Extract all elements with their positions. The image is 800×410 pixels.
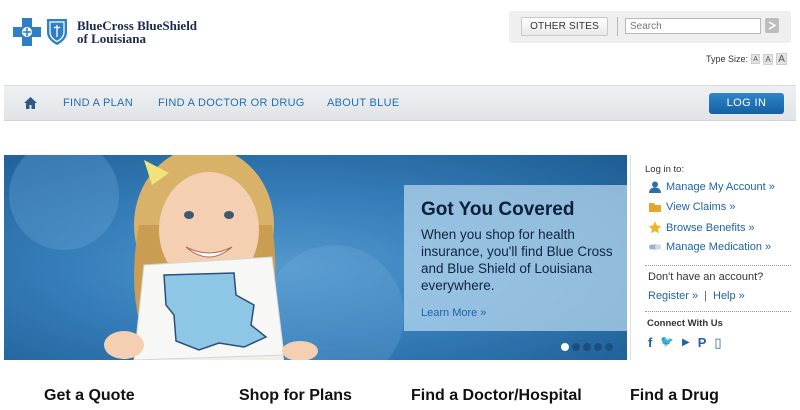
feature-cards: Get a Quote Shop for Plans Find a Doctor… xyxy=(4,378,796,410)
pill-icon xyxy=(649,244,661,250)
other-sites-button[interactable]: OTHER SITES xyxy=(521,17,608,36)
learn-more-link[interactable]: Learn More » xyxy=(421,307,486,319)
register-link[interactable]: Register » xyxy=(648,290,698,302)
nav-find-a-plan[interactable]: FIND A PLAN xyxy=(63,97,133,109)
manage-my-account-label: Manage My Account » xyxy=(666,181,775,193)
search-go-icon xyxy=(768,21,777,30)
blue-shield-icon xyxy=(47,19,67,45)
main-nav: FIND A PLAN FIND A DOCTOR OR DRUG ABOUT … xyxy=(4,85,796,121)
help-link[interactable]: Help » xyxy=(713,290,745,302)
type-size-control: Type Size: A A A xyxy=(706,53,788,65)
brand-name: BlueCross BlueShield of Louisiana xyxy=(77,19,197,45)
nav-find-a-doctor-or-drug[interactable]: FIND A DOCTOR OR DRUG xyxy=(158,97,305,109)
shop-for-plans-card[interactable]: Shop for Plans xyxy=(239,387,352,405)
hero-callout: Got You Covered When you shop for health… xyxy=(404,185,627,331)
get-a-quote-card[interactable]: Get a Quote xyxy=(44,387,135,405)
nav-about-blue[interactable]: ABOUT BLUE xyxy=(327,97,400,109)
browse-benefits-label: Browse Benefits » xyxy=(666,221,755,234)
view-claims-link[interactable]: View Claims » xyxy=(648,201,736,213)
connect-with-us-label: Connect With Us xyxy=(647,318,723,329)
hero-body: When you shop for health insurance, you'… xyxy=(421,227,613,293)
type-size-medium[interactable]: A xyxy=(763,53,774,65)
blue-cross-icon xyxy=(13,18,41,46)
social-links: f 🐦 ▶ P ▯ xyxy=(648,336,722,349)
brand-name-line2: of Louisiana xyxy=(77,31,146,46)
manage-my-account-link[interactable]: Manage My Account » xyxy=(648,181,775,193)
find-a-drug-card[interactable]: Find a Drug xyxy=(630,387,719,405)
login-button[interactable]: LOG IN xyxy=(709,93,784,114)
hero-title: Got You Covered xyxy=(421,199,575,220)
carousel-dot-5[interactable] xyxy=(605,343,613,351)
person-icon xyxy=(649,181,661,193)
type-size-small[interactable]: A xyxy=(751,54,761,64)
panel-divider xyxy=(645,265,791,266)
find-a-doctor-hospital-card[interactable]: Find a Doctor/Hospital xyxy=(411,387,582,405)
link-separator: | xyxy=(704,290,707,302)
carousel-dot-3[interactable] xyxy=(583,343,591,351)
type-size-label: Type Size: xyxy=(706,54,749,64)
mobile-icon[interactable]: ▯ xyxy=(714,336,721,349)
view-claims-label: View Claims » xyxy=(666,201,736,213)
home-icon[interactable] xyxy=(23,96,38,110)
manage-medication-label: Manage Medication » xyxy=(666,241,772,253)
register-help-row: Register » | Help » xyxy=(648,290,745,302)
manage-medication-link[interactable]: Manage Medication » xyxy=(648,241,771,253)
type-size-large[interactable]: A xyxy=(776,53,788,65)
utility-divider xyxy=(617,17,618,36)
login-to-label: Log in to: xyxy=(645,164,685,175)
star-icon xyxy=(648,221,662,234)
carousel-dots xyxy=(561,343,613,351)
login-panel: Log in to: Manage My Account » View Clai… xyxy=(630,155,796,360)
folder-icon xyxy=(649,203,661,212)
twitter-icon[interactable]: 🐦 xyxy=(660,336,674,349)
browse-benefits-link[interactable]: Browse Benefits » xyxy=(648,221,755,234)
panel-divider xyxy=(645,311,791,312)
youtube-icon[interactable]: ▶ xyxy=(682,336,690,349)
pinterest-icon[interactable]: P xyxy=(698,336,707,349)
brand-logo[interactable]: BlueCross BlueShield of Louisiana xyxy=(12,17,197,47)
hero-banner[interactable]: Got You Covered When you shop for health… xyxy=(4,155,627,360)
search-button[interactable] xyxy=(765,18,779,33)
no-account-text: Don't have an account? xyxy=(648,271,764,283)
search-input[interactable] xyxy=(625,18,761,34)
carousel-dot-2[interactable] xyxy=(572,343,580,351)
facebook-icon[interactable]: f xyxy=(648,336,652,349)
carousel-dot-1[interactable] xyxy=(561,343,569,351)
carousel-dot-4[interactable] xyxy=(594,343,602,351)
utility-bar: OTHER SITES xyxy=(509,11,791,43)
